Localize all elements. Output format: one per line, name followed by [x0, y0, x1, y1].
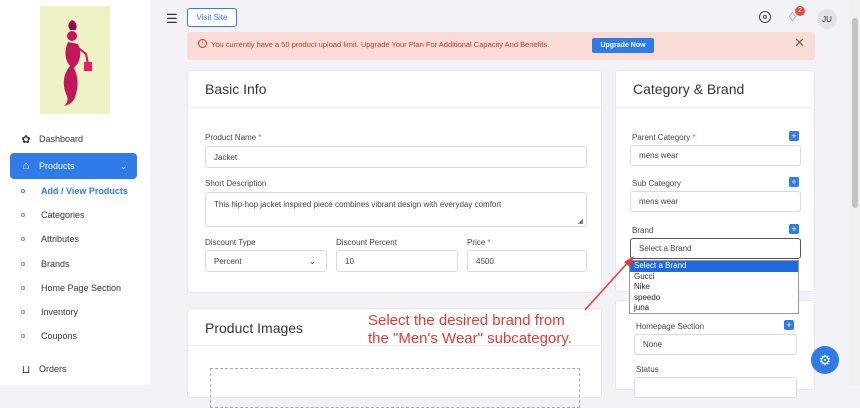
gear-icon: ⚙	[818, 351, 832, 368]
scrollbar-thumb[interactable]	[852, 18, 858, 208]
annotation-line-1: Select the desired brand from	[368, 312, 565, 329]
annotation-text: Select the desired brand from the "Men's…	[368, 312, 572, 348]
annotation-line-2: the "Men's Wear" subcategory.	[368, 330, 572, 347]
page-scrollbar[interactable]	[850, 0, 860, 385]
floating-settings-button[interactable]: ⚙	[811, 346, 839, 374]
